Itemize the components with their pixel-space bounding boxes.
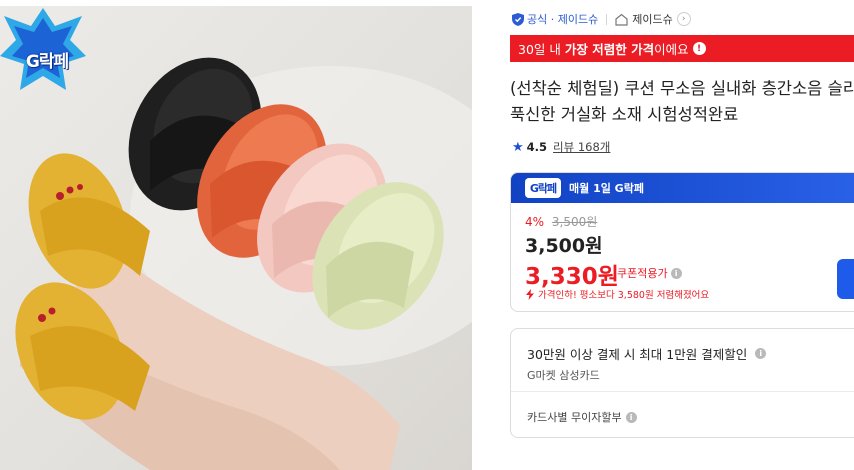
seller-row: 공식 · 제이드슈 제이드슈 › [512, 11, 691, 27]
chevron-right-icon[interactable]: › [676, 12, 691, 26]
product-info-panel: 공식 · 제이드슈 제이드슈 › 30일 내 가장 저렴한 가격 이에요 ! (선… [494, 0, 854, 470]
gdeal-logo-icon: G락페 [525, 178, 561, 198]
card-discount-text: 30만원 이상 결제 시 최대 1만원 결제할인 [527, 347, 748, 362]
gdeal-badge-label: G락페 [25, 51, 69, 72]
coupon-price: 3,330원 [525, 264, 619, 290]
coupon-download-button[interactable] [837, 259, 854, 299]
info-icon[interactable]: i [625, 411, 637, 423]
image-divider [472, 6, 494, 470]
promo-suffix: 이에요 [654, 42, 689, 57]
shield-icon [512, 12, 524, 26]
installment-row: 카드사별 무이자할부 i [527, 409, 637, 425]
sale-price: 3,500원 [525, 235, 603, 257]
store-link[interactable]: 제이드슈 [632, 11, 672, 27]
discount-rate: 4% [525, 215, 545, 229]
lightning-icon [526, 288, 534, 300]
card-discount-row: 30만원 이상 결제 시 최대 1만원 결제할인 i [527, 344, 767, 363]
price-down-note: 가격인하! 평소보다 3,580원 저렴해졌어요 [525, 287, 709, 301]
product-title: (선착순 체험딜) 쿠션 무소음 실내화 층간소음 슬리 푹신한 거실화 소재 … [510, 76, 854, 128]
coupon-label: 쿠폰적용가 i [617, 265, 682, 281]
price-card: G락페 매월 1일 G락페 4% 3,500원 3,500원 3,330원 쿠폰… [510, 172, 854, 312]
original-price: 3,500원 [551, 215, 598, 229]
price-down-text: 가격인하! 평소보다 3,580원 저렴해졌어요 [538, 290, 710, 301]
gdeal-bar[interactable]: G락페 매월 1일 G락페 [511, 173, 854, 203]
product-image[interactable]: G락페 [0, 6, 472, 470]
coupon-label-text: 쿠폰적용가 [617, 267, 668, 280]
product-title-line1: (선착순 체험딜) 쿠션 무소음 실내화 층간소음 슬리 [510, 79, 854, 98]
star-icon: ★ [512, 139, 524, 155]
discount-row: 4% 3,500원 [525, 213, 597, 230]
official-seller-link[interactable]: 공식 · 제이드슈 [527, 11, 598, 27]
home-icon [615, 13, 628, 26]
gdeal-text: 매월 1일 G락페 [569, 182, 644, 195]
info-icon[interactable]: ! [692, 42, 706, 55]
info-icon[interactable]: i [670, 267, 682, 279]
benefit-card: 30만원 이상 결제 시 최대 1만원 결제할인 i G마켓 삼성카드 카드사별… [510, 328, 854, 438]
review-link[interactable]: 리뷰 168개 [553, 139, 610, 155]
info-icon[interactable]: i [755, 348, 767, 359]
rating-score: 4.5 [526, 140, 548, 154]
promo-prefix: 30일 내 [518, 42, 561, 57]
product-detail-page: G락페 공식 · 제이드슈 제이드슈 › 30일 내 가장 저렴한 가격 이에요 … [0, 0, 854, 470]
product-title-line2: 푹신한 거실화 소재 시험성적완료 [510, 105, 739, 124]
lowest-price-banner: 30일 내 가장 저렴한 가격 이에요 ! [510, 35, 854, 62]
card-name: G마켓 삼성카드 [527, 369, 600, 382]
installment-text: 카드사별 무이자할부 [527, 411, 622, 424]
divider [511, 391, 854, 392]
promo-highlight: 가장 저렴한 가격 [564, 42, 655, 57]
rating-row: ★ 4.5 리뷰 168개 [512, 139, 610, 155]
divider [606, 13, 608, 25]
